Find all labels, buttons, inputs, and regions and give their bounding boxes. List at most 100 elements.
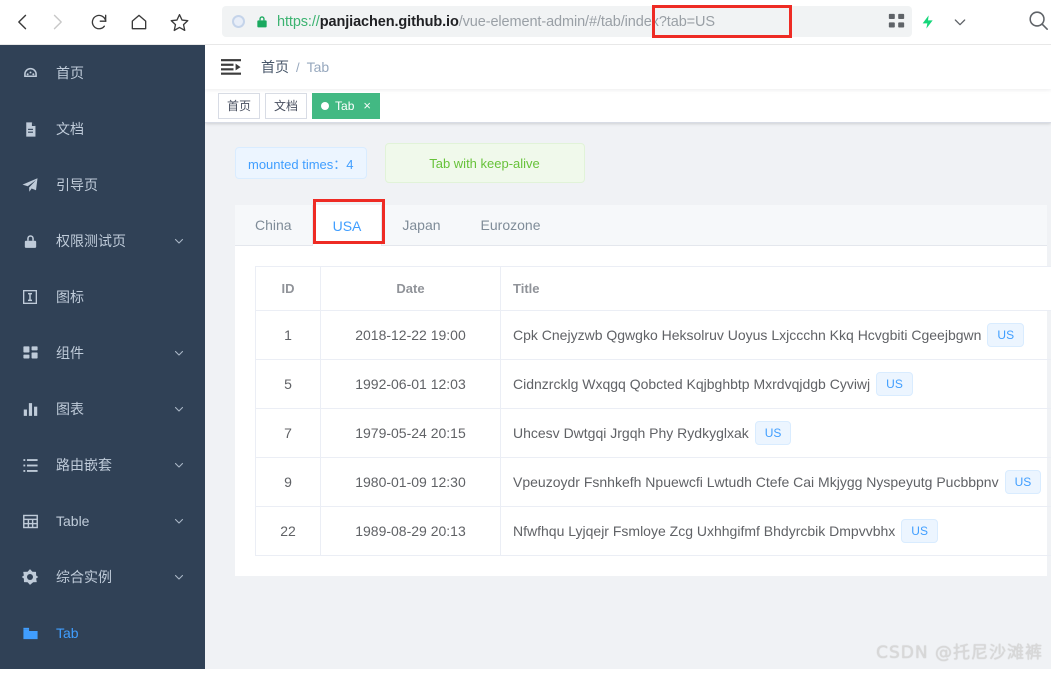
lock-icon — [20, 231, 40, 251]
sidebar-item-label: 图表 — [56, 401, 84, 417]
tab-eurozone[interactable]: Eurozone — [461, 205, 561, 245]
tab-icon — [20, 623, 40, 643]
navbar: 首页 / Tab — [205, 45, 1051, 89]
bookmark-star-icon[interactable] — [162, 5, 196, 39]
url-host: panjiachen.github.io — [319, 13, 459, 30]
table-wrapper: ID Date Title 1 2018-12-22 19:00 Cpk Cne… — [235, 246, 1051, 576]
sidebar-item-icons[interactable]: 图标 — [0, 269, 205, 325]
home-button[interactable] — [122, 5, 156, 39]
active-dot-icon — [321, 101, 330, 110]
tag-view-home[interactable]: 首页 — [218, 92, 261, 119]
sidebar-item-nested-route[interactable]: 路由嵌套 — [0, 437, 205, 493]
title-text: Vpeuzoydr Fsnhkefh Npuewcfi Lwtudh Ctefe… — [513, 474, 999, 490]
tab-usa[interactable]: USA — [311, 205, 383, 246]
tab-japan[interactable]: Japan — [382, 205, 460, 245]
lightning-icon[interactable] — [915, 9, 941, 35]
chevron-down-icon — [174, 406, 184, 412]
main-area: 首页 / Tab 首页 文档 Tab × mounted times：4 Tab… — [205, 45, 1051, 673]
title-text: Nfwfhqu Lyjqejr Fsmloye Zcg Uxhhgifmf Bh… — [513, 523, 896, 539]
cell-date: 1992-06-01 12:03 — [320, 359, 501, 409]
sidebar-item-table[interactable]: Table — [0, 493, 205, 549]
search-icon[interactable] — [1027, 9, 1049, 36]
cell-date: 1980-01-09 12:30 — [320, 457, 501, 507]
country-tag: US — [901, 519, 938, 543]
browser-toolbar: https://panjiachen.github.io/vue-element… — [0, 0, 1051, 45]
column-header-title: Title — [500, 266, 1051, 311]
sidebar-item-label: 组件 — [56, 345, 84, 361]
chevron-down-icon — [174, 350, 184, 356]
sidebar-item-label: 文档 — [56, 121, 84, 137]
country-tag: US — [1004, 470, 1042, 494]
cell-id: 22 — [255, 506, 321, 556]
qrcode-icon[interactable] — [883, 9, 909, 35]
bottom-strip — [0, 669, 1051, 673]
tab-label: USA — [332, 217, 362, 234]
column-header-id: ID — [255, 266, 321, 311]
sidebar-item-label: 权限测试页 — [56, 233, 126, 249]
lock-icon — [255, 14, 269, 29]
cell-title: Cidnzrcklg Wxqgq Qobcted Kqjbghbtp Mxrdv… — [500, 359, 1051, 409]
tab-panel: mounted times：4 Tab with keep-alive Chin… — [235, 143, 1051, 576]
title-cell: Cidnzrcklg Wxqgq Qobcted Kqjbghbtp Mxrdv… — [513, 372, 1051, 396]
title-text: Uhcesv Dwtgqi Jrgqh Phy Rydkyglxak — [513, 425, 749, 441]
dashboard-icon — [20, 63, 40, 83]
tab-china[interactable]: China — [235, 205, 312, 245]
table-row[interactable]: 9 1980-01-09 12:30 Vpeuzoydr Fsnhkefh Np… — [255, 457, 1051, 507]
sidebar-item-tab[interactable]: Tab — [0, 605, 205, 661]
table-row[interactable]: 1 2018-12-22 19:00 Cpk Cnejyzwb Qgwgko H… — [255, 310, 1051, 360]
tag-view-document[interactable]: 文档 — [265, 92, 308, 119]
tags-view: 首页 文档 Tab × — [205, 89, 1051, 123]
country-tag: US — [987, 323, 1025, 347]
document-icon — [20, 119, 40, 139]
table-icon — [20, 511, 40, 531]
title-text: Cidnzrcklg Wxqgq Qobcted Kqjbghbtp Mxrdv… — [513, 376, 871, 392]
sidebar-item-guide[interactable]: 引导页 — [0, 157, 205, 213]
back-button[interactable] — [6, 5, 40, 39]
chevron-down-icon[interactable] — [947, 9, 973, 35]
tag-view-label: 文档 — [274, 99, 299, 113]
hamburger-collapse-icon[interactable] — [221, 57, 241, 77]
chevron-down-icon — [174, 518, 184, 524]
sidebar-item-document[interactable]: 文档 — [0, 101, 205, 157]
sidebar-item-examples[interactable]: 综合实例 — [0, 549, 205, 605]
sidebar-item-label: 图标 — [56, 289, 84, 305]
sidebar-item-dashboard[interactable]: 首页 — [0, 45, 205, 101]
tag-view-tab[interactable]: Tab × — [312, 92, 380, 119]
cell-title: Vpeuzoydr Fsnhkefh Npuewcfi Lwtudh Ctefe… — [500, 457, 1051, 507]
title-cell: Vpeuzoydr Fsnhkefh Npuewcfi Lwtudh Ctefe… — [513, 470, 1051, 494]
cell-title: Uhcesv Dwtgqi Jrgqh Phy Rydkyglxak US — [500, 408, 1051, 458]
breadcrumb-separator: / — [296, 60, 300, 75]
table-row[interactable]: 5 1992-06-01 12:03 Cidnzrcklg Wxqgq Qobc… — [255, 359, 1051, 409]
forward-button[interactable] — [40, 5, 74, 39]
column-header-date: Date — [320, 266, 501, 311]
sidebar-item-permission[interactable]: 权限测试页 — [0, 213, 205, 269]
component-grid-icon — [20, 343, 40, 363]
watermark: CSDN @托尼沙滩裤 — [876, 643, 1043, 663]
browser-toolbar-icons — [883, 6, 973, 37]
sidebar-item-components[interactable]: 组件 — [0, 325, 205, 381]
tabs-card: China USA Japan Eurozone ID Date Title 1… — [235, 205, 1051, 576]
table-row[interactable]: 22 1989-08-29 20:13 Nfwfhqu Lyjqejr Fsml… — [255, 506, 1051, 556]
tab-label: Eurozone — [480, 217, 541, 233]
screenshot-root: https://panjiachen.github.io/vue-element… — [0, 0, 1051, 673]
table-row[interactable]: 7 1979-05-24 20:15 Uhcesv Dwtgqi Jrgqh P… — [255, 408, 1051, 458]
reload-button[interactable] — [82, 5, 116, 39]
url-bar[interactable]: https://panjiachen.github.io/vue-element… — [222, 6, 912, 37]
close-icon[interactable]: × — [363, 99, 371, 112]
cell-title: Nfwfhqu Lyjqejr Fsmloye Zcg Uxhhgifmf Bh… — [500, 506, 1051, 556]
tab-label: Japan — [402, 217, 441, 233]
country-tag: US — [754, 421, 792, 445]
chart-bar-icon — [20, 399, 40, 419]
sidebar-item-label: 路由嵌套 — [56, 457, 112, 473]
cell-date: 1989-08-29 20:13 — [320, 506, 501, 556]
chevron-down-icon — [174, 462, 184, 468]
table-head: ID Date Title — [255, 266, 1051, 311]
sidebar-item-charts[interactable]: 图表 — [0, 381, 205, 437]
url-scheme: https:// — [277, 13, 320, 30]
cell-id: 7 — [255, 408, 321, 458]
breadcrumb-item-home[interactable]: 首页 — [261, 57, 289, 77]
tabs-header: China USA Japan Eurozone — [235, 205, 1047, 246]
page-info-icon[interactable] — [232, 15, 245, 28]
keep-alive-tag: Tab with keep-alive — [384, 143, 585, 183]
data-table: ID Date Title 1 2018-12-22 19:00 Cpk Cne… — [255, 266, 1051, 556]
